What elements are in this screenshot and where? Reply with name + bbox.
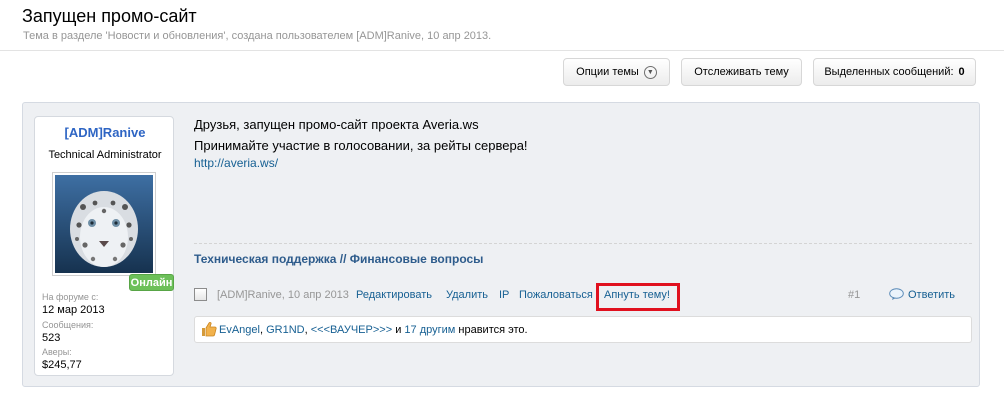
watch-thread-label: Отслеживать тему: [694, 66, 789, 78]
highlight-box: [596, 283, 680, 311]
averies-label: Аверы:: [42, 347, 72, 357]
liker-link[interactable]: GR1ND: [266, 324, 305, 336]
likes-summary: EvAngel, GR1ND, <<<ВАУЧЕР>>> и 17 другим…: [194, 316, 972, 343]
post-meta-author-date[interactable]: [ADM]Ranive, 10 апр 2013: [217, 289, 349, 301]
thread-description: Тема в разделе 'Новости и обновления', с…: [23, 30, 492, 42]
online-status-badge: Онлайн: [129, 274, 174, 291]
post-link[interactable]: http://averia.ws/: [194, 156, 278, 170]
joined-value: 12 мар 2013: [42, 304, 105, 316]
messages-value: 523: [42, 332, 61, 344]
likes-text: EvAngel, GR1ND, <<<ВАУЧЕР>>> и 17 другим…: [219, 324, 528, 336]
signature-links: Техническая поддержка // Финансовые вопр…: [194, 252, 483, 266]
likes-others-link[interactable]: 17 другим: [404, 324, 455, 336]
selected-messages-button[interactable]: Выделенных сообщений: 0: [813, 58, 976, 86]
selected-messages-count: 0: [958, 66, 965, 78]
author-name-link[interactable]: [ADM]Ranive: [35, 125, 175, 140]
ip-link[interactable]: IP: [499, 289, 509, 301]
watch-thread-button[interactable]: Отслеживать тему: [681, 58, 802, 86]
snow-leopard-avatar-image: [55, 175, 153, 273]
avatar[interactable]: [52, 172, 156, 276]
author-title: Technical Administrator: [48, 149, 162, 161]
selected-messages-label: Выделенных сообщений:: [824, 66, 954, 78]
author-card: [ADM]Ranive Technical Administrator Онла…: [34, 116, 174, 376]
post-number[interactable]: #1: [848, 289, 860, 301]
averies-value: $245,77: [42, 359, 82, 371]
reply-bubble-icon: [889, 288, 904, 300]
tech-support-link[interactable]: Техническая поддержка: [194, 252, 336, 266]
liker-link[interactable]: <<<ВАУЧЕР>>>: [311, 324, 392, 336]
delete-link[interactable]: Удалить: [446, 289, 488, 301]
chevron-down-icon: ▼: [643, 65, 657, 79]
reply-link[interactable]: Ответить: [908, 289, 955, 301]
edit-link[interactable]: Редактировать: [356, 289, 432, 301]
finance-questions-link[interactable]: Финансовые вопросы: [350, 252, 484, 266]
post-line-1: Друзья, запущен промо-сайт проекта Averi…: [194, 117, 479, 132]
likes-separator: ,: [259, 324, 264, 336]
title-divider: [0, 50, 1004, 51]
signature-divider: [194, 243, 972, 244]
joined-label: На форуме с:: [42, 292, 99, 302]
liker-link[interactable]: EvAngel: [219, 324, 260, 336]
page-title: Запущен промо-сайт: [22, 6, 197, 26]
messages-label: Сообщения:: [42, 320, 94, 330]
likes-and: и: [395, 324, 402, 336]
likes-suffix: нравится это.: [458, 324, 528, 336]
post-line-2: Принимайте участие в голосовании, за рей…: [194, 138, 528, 153]
thread-options-label: Опции темы: [576, 66, 639, 78]
report-link[interactable]: Пожаловаться: [519, 289, 593, 301]
select-post-checkbox[interactable]: [194, 288, 207, 301]
likes-separator: ,: [304, 324, 308, 336]
thread-options-button[interactable]: Опции темы ▼: [563, 58, 670, 86]
link-separator: //: [339, 252, 347, 266]
thumbs-up-icon: [202, 322, 217, 337]
